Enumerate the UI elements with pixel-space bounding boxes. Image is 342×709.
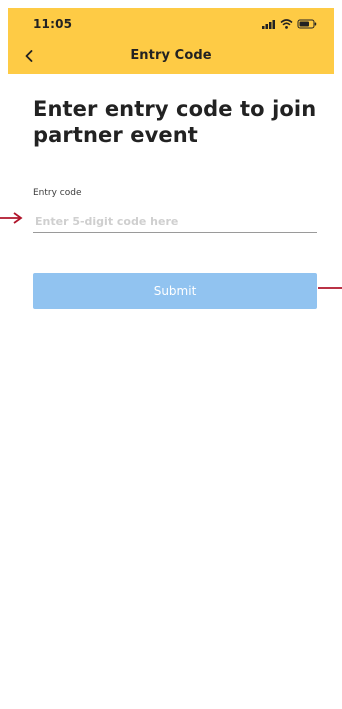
entry-code-input[interactable] (33, 211, 317, 233)
status-icons (262, 19, 317, 29)
battery-icon (297, 19, 317, 29)
submit-button[interactable]: Submit (33, 273, 317, 309)
page-heading: Enter entry code to join partner event (33, 97, 317, 147)
signal-icon (262, 20, 275, 29)
app-header: 11:05 Entry Code (8, 8, 334, 74)
annotation-arrow-right-icon (0, 212, 23, 224)
status-time: 11:05 (33, 17, 73, 31)
nav-title: Entry Code (130, 48, 212, 63)
annotation-line-icon (318, 287, 342, 289)
phone-screen: 11:05 Entry Code Enter entry code to joi… (8, 8, 334, 698)
wifi-icon (280, 19, 293, 29)
entry-code-label: Entry code (33, 188, 82, 198)
